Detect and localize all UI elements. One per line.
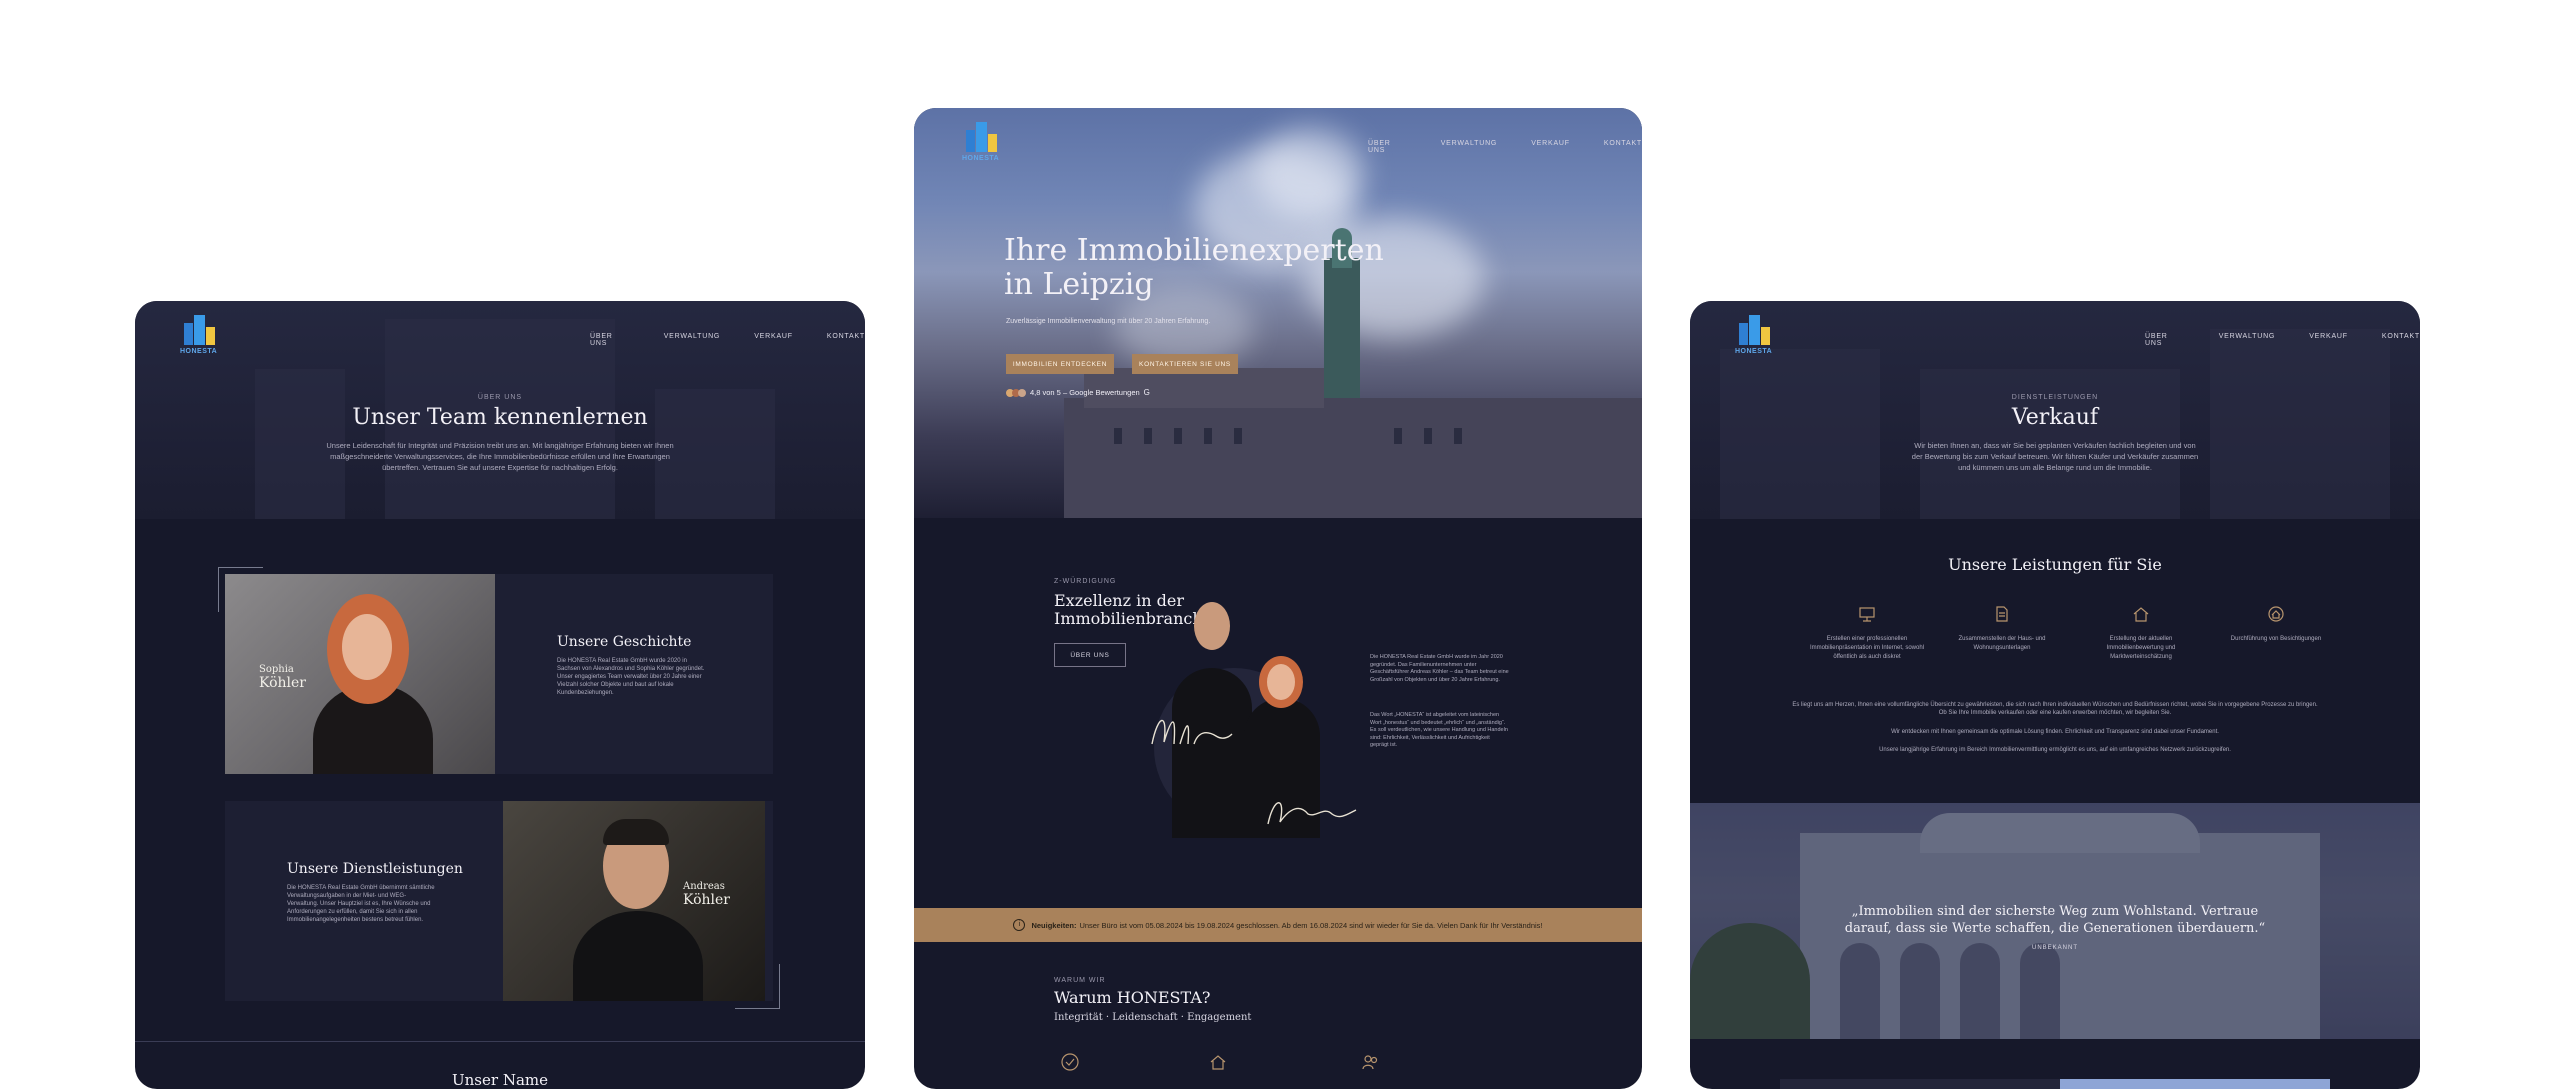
- nav-item-management[interactable]: VERWALTUNG: [1441, 140, 1498, 154]
- news-banner: i Neuigkeiten: Unser Büro ist vom 05.08.…: [914, 908, 1642, 942]
- news-label: Neuigkeiten:: [1031, 920, 1077, 930]
- check-circle-icon: [1061, 1053, 1079, 1071]
- nav-item-contact[interactable]: KONTAKT: [2382, 333, 2420, 347]
- main-nav: ÜBER UNS VERWALTUNG VERKAUF KONTAKT: [2145, 333, 2420, 347]
- logo[interactable]: HONESTA: [1735, 313, 1775, 355]
- hero-title: Ihre Immobilienexperten in Leipzig: [1004, 233, 1384, 302]
- nav-item-sale[interactable]: VERKAUF: [754, 333, 793, 347]
- house-value-icon: [2133, 607, 2149, 622]
- photo-andreas: Andreas Köhler: [503, 801, 765, 1001]
- rating-row: 4,8 von 5 – Google Bewertungen G: [1006, 388, 1150, 397]
- page-title: Verkauf: [2011, 405, 2099, 430]
- house-icon: [1210, 1055, 1226, 1070]
- signature: [1151, 719, 1233, 745]
- rating-text: 4,8 von 5 – Google Bewertungen: [1030, 388, 1140, 397]
- person-last-name: Köhler: [683, 892, 730, 908]
- logo[interactable]: HONESTA: [180, 313, 220, 355]
- google-icon: G: [1143, 388, 1150, 397]
- section-title: Unser Name: [452, 1071, 548, 1089]
- document-icon: [1996, 606, 2008, 622]
- quote-text: „Immobilien sind der sicherste Weg zum W…: [1844, 904, 2266, 936]
- service-item: Erstellen einer professionellen Immobili…: [1809, 636, 1925, 660]
- person-first-name: Sophia: [259, 664, 294, 675]
- info-icon: i: [1013, 919, 1026, 931]
- photo-sophia: Sophia Köhler: [225, 574, 495, 774]
- main-nav: ÜBER UNS VERWALTUNG VERKAUF KONTAKT: [590, 333, 865, 347]
- presentation-icon: [1859, 607, 1875, 622]
- service-item: Durchführung von Besichtigungen: [2230, 636, 2322, 642]
- divider: [135, 1041, 865, 1042]
- next-section-image: [2060, 1079, 2330, 1089]
- nav-item-management[interactable]: VERWALTUNG: [2219, 333, 2276, 347]
- nav-item-contact[interactable]: KONTAKT: [827, 333, 865, 347]
- about-text: Die HONESTA Real Estate GmbH wurde im Ja…: [1370, 654, 1509, 683]
- news-text: Unser Büro ist vom 05.08.2024 bis 19.08.…: [1079, 920, 1543, 930]
- hero-background: [914, 108, 1642, 518]
- contact-button[interactable]: KONTAKTIEREN SIE UNS: [1132, 354, 1238, 374]
- face: [1194, 602, 1230, 650]
- services-title: Unsere Leistungen für Sie: [1948, 555, 2162, 574]
- person-first-name: Andreas: [683, 881, 725, 892]
- avatar: [1018, 388, 1026, 397]
- team-page-preview: HONESTA ÜBER UNS VERWALTUNG VERKAUF KONT…: [135, 301, 865, 1089]
- service-item: Zusammenstellen der Haus- und Wohnungsun…: [1958, 636, 2046, 651]
- why-eyebrow: WARUM WIR: [1054, 977, 1106, 984]
- nav-item-management[interactable]: VERWALTUNG: [664, 333, 721, 347]
- body-text: Es liegt uns am Herzen, Ihnen eine vollu…: [1792, 702, 2318, 716]
- sale-page-preview: HONESTA ÜBER UNS VERWALTUNG VERKAUF KONT…: [1690, 301, 2420, 1089]
- eyebrow: DIENSTLEISTUNGEN: [2011, 394, 2099, 401]
- discover-button[interactable]: IMMOBILIEN ENTDECKEN: [1006, 354, 1114, 374]
- about-eyebrow: Z-WÜRDIGUNG: [1054, 578, 1117, 585]
- intro-text: Unsere Leidenschaft für Integrität und P…: [326, 441, 674, 472]
- person-last-name: Köhler: [259, 675, 306, 691]
- body-text: Unsere langjährige Erfahrung im Bereich …: [1879, 747, 2231, 753]
- story-text: Die HONESTA Real Estate GmbH wurde 2020 …: [557, 658, 705, 696]
- story-title: Unsere Geschichte: [557, 634, 692, 650]
- nav-item-about[interactable]: ÜBER UNS: [590, 333, 630, 347]
- body-text: Wir entdecken mit Ihnen gemeinsam die op…: [1891, 729, 2219, 735]
- main-nav: ÜBER UNS VERWALTUNG VERKAUF KONTAKT: [1368, 140, 1642, 154]
- nav-item-sale[interactable]: VERKAUF: [1531, 140, 1570, 154]
- hero-subtitle: Zuverlässige Immobilienverwaltung mit üb…: [1006, 318, 1211, 325]
- quote-section: „Immobilien sind der sicherste Weg zum W…: [1690, 803, 2420, 1039]
- about-button[interactable]: ÜBER UNS: [1054, 643, 1126, 667]
- face: [1267, 664, 1295, 700]
- about-title: Exzellenz in der Immobilienbranche: [1054, 591, 1213, 628]
- services-text: Die HONESTA Real Estate GmbH übernimmt s…: [287, 885, 435, 923]
- why-title: Warum HONESTA?: [1054, 988, 1211, 1007]
- page-title: Unser Team kennenlernen: [352, 405, 648, 430]
- nav-item-about[interactable]: ÜBER UNS: [1368, 140, 1407, 154]
- logo[interactable]: HONESTA: [962, 120, 1002, 162]
- signature: [1267, 802, 1357, 825]
- quote-author: UNBEKANNT: [2031, 945, 2078, 951]
- service-item: Erstellung der aktuellen Immobilienbewer…: [2106, 636, 2176, 660]
- nav-item-sale[interactable]: VERKAUF: [2309, 333, 2348, 347]
- why-subtitle: Integrität · Leidenschaft · Engagement: [1054, 1012, 1252, 1023]
- services-title: Unsere Dienstleistungen: [287, 861, 463, 877]
- about-text: Das Wort „HONESTA“ ist abgeleitet vom la…: [1370, 712, 1508, 748]
- nav-item-contact[interactable]: KONTAKT: [1604, 140, 1642, 154]
- frame-corner: [735, 964, 780, 1009]
- intro-text: Wir bieten Ihnen an, dass wir Sie bei ge…: [1911, 441, 2199, 472]
- key-house-icon: [2268, 606, 2284, 622]
- eyebrow: ÜBER UNS: [477, 394, 523, 401]
- people-icon: [1362, 1055, 1378, 1070]
- home-page-preview: HONESTA ÜBER UNS VERWALTUNG VERKAUF KONT…: [914, 108, 1642, 1089]
- nav-item-about[interactable]: ÜBER UNS: [2145, 333, 2185, 347]
